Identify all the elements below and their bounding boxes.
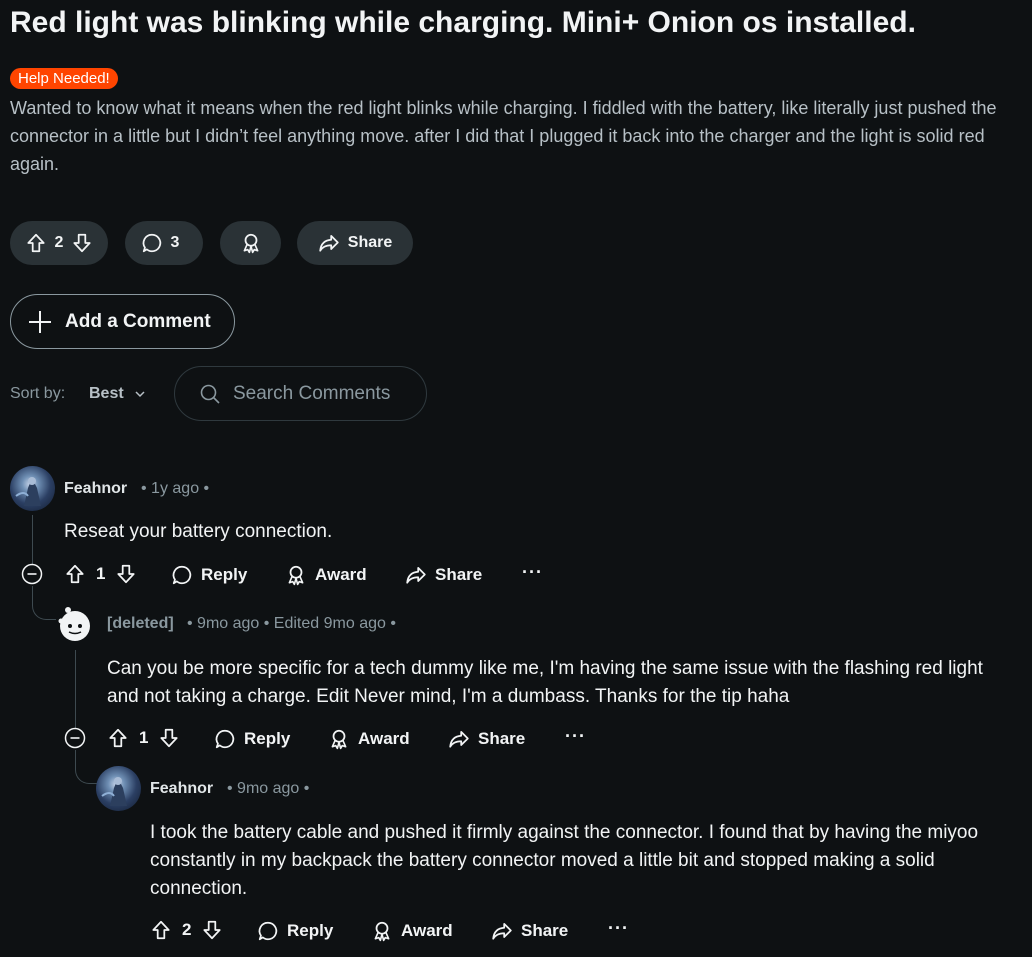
collapse-thread-button[interactable] — [21, 563, 43, 585]
share-icon — [318, 232, 340, 254]
flair-badge[interactable]: Help Needed! — [10, 68, 118, 89]
more-options-button[interactable]: ··· — [522, 562, 543, 583]
reply-label: Reply — [287, 921, 334, 940]
add-comment-label: Add a Comment — [65, 310, 211, 332]
sort-value: Best — [89, 385, 124, 402]
search-placeholder: Search Comments — [233, 382, 391, 404]
more-options-button[interactable]: ··· — [565, 726, 586, 747]
award-label: Award — [401, 921, 453, 940]
award-icon — [285, 564, 307, 586]
comment-meta: • 1y ago • — [141, 480, 210, 497]
add-comment-button[interactable]: Add a Comment — [10, 294, 235, 349]
sort-dropdown[interactable]: Best — [89, 384, 147, 404]
minus-circle-icon — [21, 563, 43, 585]
post-body: Wanted to know what it means when the re… — [10, 98, 997, 174]
avatar[interactable] — [10, 466, 55, 511]
collapse-thread-button[interactable] — [64, 727, 86, 749]
reply-button[interactable]: Reply — [257, 920, 333, 942]
reply-label: Reply — [244, 729, 291, 748]
award-label: Award — [315, 565, 367, 584]
award-button[interactable]: Award — [328, 728, 410, 750]
more-options-button[interactable]: ··· — [608, 918, 629, 939]
comment-icon — [171, 564, 193, 586]
share-icon — [448, 728, 470, 750]
comment-vote: 1 — [64, 563, 137, 585]
chevron-down-icon — [124, 387, 147, 401]
comment-text: I took the battery cable and pushed it f… — [150, 822, 979, 899]
comment-author: [deleted] — [107, 615, 174, 632]
comment-text: Can you be more specific for a tech dumm… — [107, 658, 983, 707]
comments-button[interactable]: 3 — [125, 221, 203, 265]
comment-meta: • 9mo ago • Edited 9mo ago • — [187, 615, 396, 632]
comment-icon — [214, 728, 236, 750]
comment-score: 2 — [182, 920, 192, 939]
downvote-icon[interactable] — [201, 919, 223, 941]
award-button[interactable] — [220, 221, 281, 265]
upvote-icon[interactable] — [25, 232, 47, 254]
downvote-icon[interactable] — [115, 563, 137, 585]
comment-text: Reseat your battery connection. — [64, 521, 333, 542]
upvote-icon[interactable] — [64, 563, 86, 585]
share-label: Share — [435, 565, 483, 584]
share-button[interactable]: Share — [491, 920, 568, 942]
post-score: 2 — [54, 234, 64, 251]
post-title: Red light was blinking while charging. M… — [10, 6, 916, 39]
award-button[interactable]: Award — [285, 564, 367, 586]
thread-line — [75, 650, 76, 728]
comment-icon — [257, 920, 279, 942]
share-button[interactable]: Share — [405, 564, 482, 586]
award-label: Award — [358, 729, 410, 748]
reply-button[interactable]: Reply — [171, 564, 247, 586]
share-label: Share — [478, 729, 526, 748]
reply-button[interactable]: Reply — [214, 728, 290, 750]
snoo-avatar-icon — [53, 600, 98, 645]
comment-vote: 2 — [150, 919, 223, 941]
plus-icon — [27, 309, 53, 335]
comment-count: 3 — [170, 234, 180, 251]
award-icon — [328, 728, 350, 750]
share-icon — [405, 564, 427, 586]
upvote-icon[interactable] — [150, 919, 172, 941]
comment-author[interactable]: Feahnor — [150, 779, 213, 799]
share-label: Share — [347, 234, 393, 251]
downvote-icon[interactable] — [71, 232, 93, 254]
reply-label: Reply — [201, 565, 248, 584]
search-comments-input[interactable]: Search Comments — [174, 366, 427, 421]
search-icon — [199, 383, 221, 405]
comment-icon — [141, 232, 163, 254]
share-button[interactable]: Share — [448, 728, 525, 750]
award-button[interactable]: Award — [371, 920, 453, 942]
thread-line — [32, 515, 33, 564]
upvote-icon[interactable] — [107, 727, 129, 749]
share-button[interactable]: Share — [297, 221, 413, 265]
comment-score: 1 — [96, 564, 106, 583]
award-icon — [371, 920, 393, 942]
minus-circle-icon — [64, 727, 86, 749]
share-label: Share — [521, 921, 569, 940]
sort-label: Sort by: — [10, 385, 66, 402]
share-icon — [491, 920, 513, 942]
post-vote-bar: 2 — [10, 221, 108, 265]
comment-meta: • 9mo ago • — [227, 780, 310, 797]
award-icon — [240, 232, 262, 254]
downvote-icon[interactable] — [158, 727, 180, 749]
thread-connector — [75, 750, 97, 784]
comment-score: 1 — [139, 728, 149, 747]
comment-vote: 1 — [107, 727, 180, 749]
comment-author[interactable]: Feahnor — [64, 479, 127, 499]
avatar[interactable] — [96, 766, 141, 811]
